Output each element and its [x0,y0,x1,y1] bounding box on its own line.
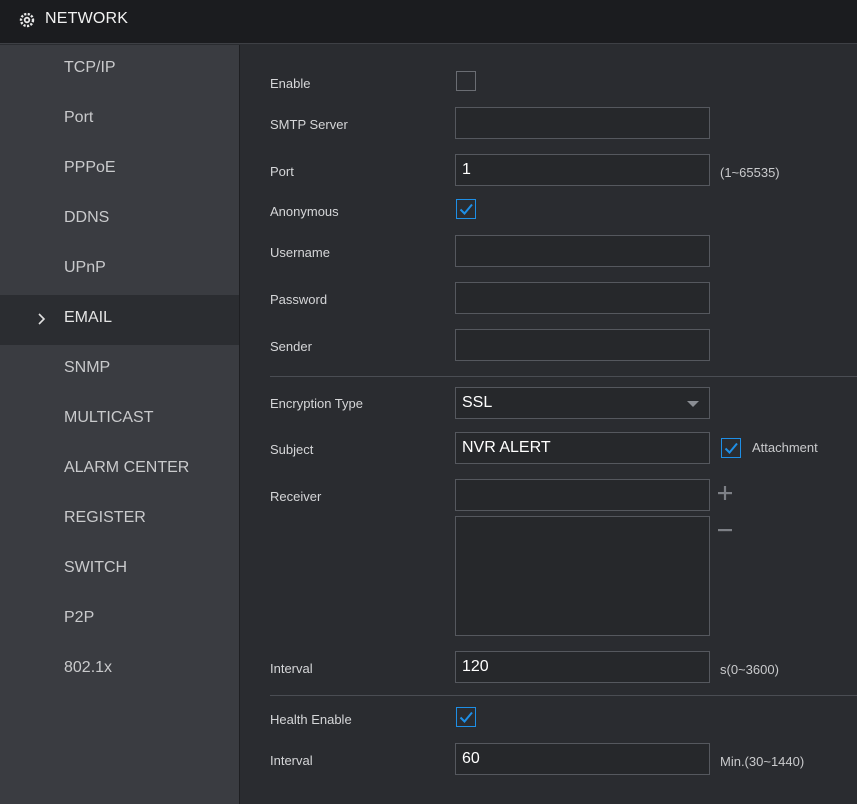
sidebar-item-p2p[interactable]: P2P [0,595,239,645]
encryption-type-value: SSL [462,394,493,411]
sidebar-item-label: DDNS [64,209,110,226]
sidebar-item-label: P2P [64,609,95,626]
enable-label: Enable [270,76,311,91]
checkmark-icon [724,442,738,454]
email-settings-panel: Enable SMTP Server Port (1~65535) Anonym… [240,45,857,804]
sidebar-item-snmp[interactable]: SNMP [0,345,239,395]
sender-label: Sender [270,339,312,354]
health-enable-label: Health Enable [270,712,352,727]
sidebar-item-label: ALARM CENTER [64,459,190,476]
sidebar-item-multicast[interactable]: MULTICAST [0,395,239,445]
sidebar-item-pppoe[interactable]: PPPoE [0,145,239,195]
password-input[interactable] [455,282,710,314]
checkmark-icon [459,711,473,723]
sender-input[interactable] [455,329,710,361]
receiver-list[interactable] [455,516,710,636]
sidebar-item-label: REGISTER [64,509,146,526]
port-label: Port [270,164,294,179]
checkmark-icon [459,203,473,215]
attachment-checkbox[interactable] [721,438,741,458]
add-receiver-icon[interactable] [717,485,733,501]
anonymous-label: Anonymous [270,204,339,219]
sidebar-item-alarm-center[interactable]: ALARM CENTER [0,445,239,495]
smtp-server-label: SMTP Server [270,117,348,132]
sidebar-item-label: TCP/IP [64,59,116,76]
receiver-label: Receiver [270,489,322,504]
smtp-server-input[interactable] [455,107,710,139]
receiver-input[interactable] [455,479,710,511]
health-interval-range-hint: Min.(30~1440) [720,754,805,769]
username-input[interactable] [455,235,710,267]
sidebar-nav: TCP/IP Port PPPoE DDNS UPnP EMAIL SNMP M… [0,45,240,804]
page-title: NETWORK [45,10,129,27]
subject-label: Subject [270,442,314,457]
sidebar-item-email[interactable]: EMAIL [0,295,239,345]
port-input[interactable] [455,154,710,186]
anonymous-checkbox[interactable] [456,199,476,219]
encryption-type-select[interactable]: SSL [455,387,710,419]
sidebar-item-label: PPPoE [64,159,116,176]
interval-range-hint: s(0~3600) [720,662,779,677]
sidebar-item-label: EMAIL [64,309,113,326]
sidebar-item-label: Port [64,109,94,126]
sidebar-item-8021x[interactable]: 802.1x [0,645,239,695]
sidebar-item-label: UPnP [64,259,106,276]
sidebar-item-label: 802.1x [64,659,113,676]
sidebar-item-upnp[interactable]: UPnP [0,245,239,295]
sidebar-item-switch[interactable]: SWITCH [0,545,239,595]
interval-input[interactable] [455,651,710,683]
health-interval-input[interactable] [455,743,710,775]
sidebar-item-tcpip[interactable]: TCP/IP [0,45,239,95]
username-label: Username [270,245,330,260]
title-bar: NETWORK [0,0,857,44]
section-divider [270,695,857,696]
network-settings-window: NETWORK TCP/IP Port PPPoE DDNS UPnP EMAI… [0,0,857,804]
sidebar-item-label: MULTICAST [64,409,154,426]
sidebar-item-label: SNMP [64,359,111,376]
health-enable-checkbox[interactable] [456,707,476,727]
remove-receiver-icon[interactable] [717,522,733,538]
subject-input[interactable] [455,432,710,464]
dropdown-arrow-icon [687,401,699,407]
enable-checkbox[interactable] [456,71,476,91]
interval-label: Interval [270,661,313,676]
sidebar-item-label: SWITCH [64,559,128,576]
attachment-label: Attachment [752,440,818,455]
chevron-right-icon [38,313,46,325]
sidebar-item-port[interactable]: Port [0,95,239,145]
sidebar-item-register[interactable]: REGISTER [0,495,239,545]
section-divider [270,376,857,377]
network-gear-icon [19,12,35,28]
password-label: Password [270,292,328,307]
sidebar-item-ddns[interactable]: DDNS [0,195,239,245]
encryption-type-label: Encryption Type [270,396,363,411]
port-range-hint: (1~65535) [720,165,780,180]
health-interval-label: Interval [270,753,313,768]
